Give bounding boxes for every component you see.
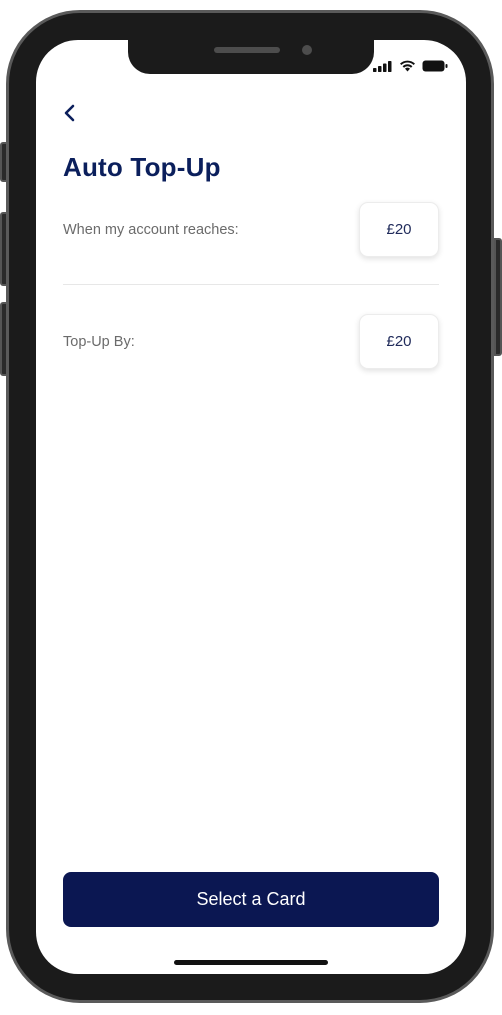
phone-power-button — [494, 238, 502, 356]
front-camera — [302, 45, 312, 55]
speaker-grille — [214, 47, 280, 53]
home-indicator[interactable] — [174, 960, 328, 965]
phone-notch — [128, 40, 374, 74]
threshold-row: When my account reaches: £20 — [63, 202, 439, 258]
app-screen: Auto Top-Up When my account reaches: £20… — [36, 40, 466, 974]
battery-icon — [422, 60, 448, 72]
page-title: Auto Top-Up — [63, 152, 221, 182]
topup-amount-row: Top-Up By: £20 — [63, 314, 439, 370]
topup-amount-button[interactable]: £20 — [359, 314, 439, 369]
signal-icon — [373, 61, 392, 72]
back-button[interactable] — [62, 98, 92, 128]
select-card-button[interactable]: Select a Card — [63, 872, 439, 927]
status-bar-icons — [373, 60, 448, 72]
threshold-amount-button[interactable]: £20 — [359, 202, 439, 257]
stage: Auto Top-Up When my account reaches: £20… — [0, 0, 502, 1015]
chevron-left-icon — [64, 104, 75, 122]
threshold-label: When my account reaches: — [63, 222, 239, 238]
topup-amount-label: Top-Up By: — [63, 334, 135, 350]
divider — [63, 284, 439, 285]
wifi-icon — [400, 60, 415, 72]
